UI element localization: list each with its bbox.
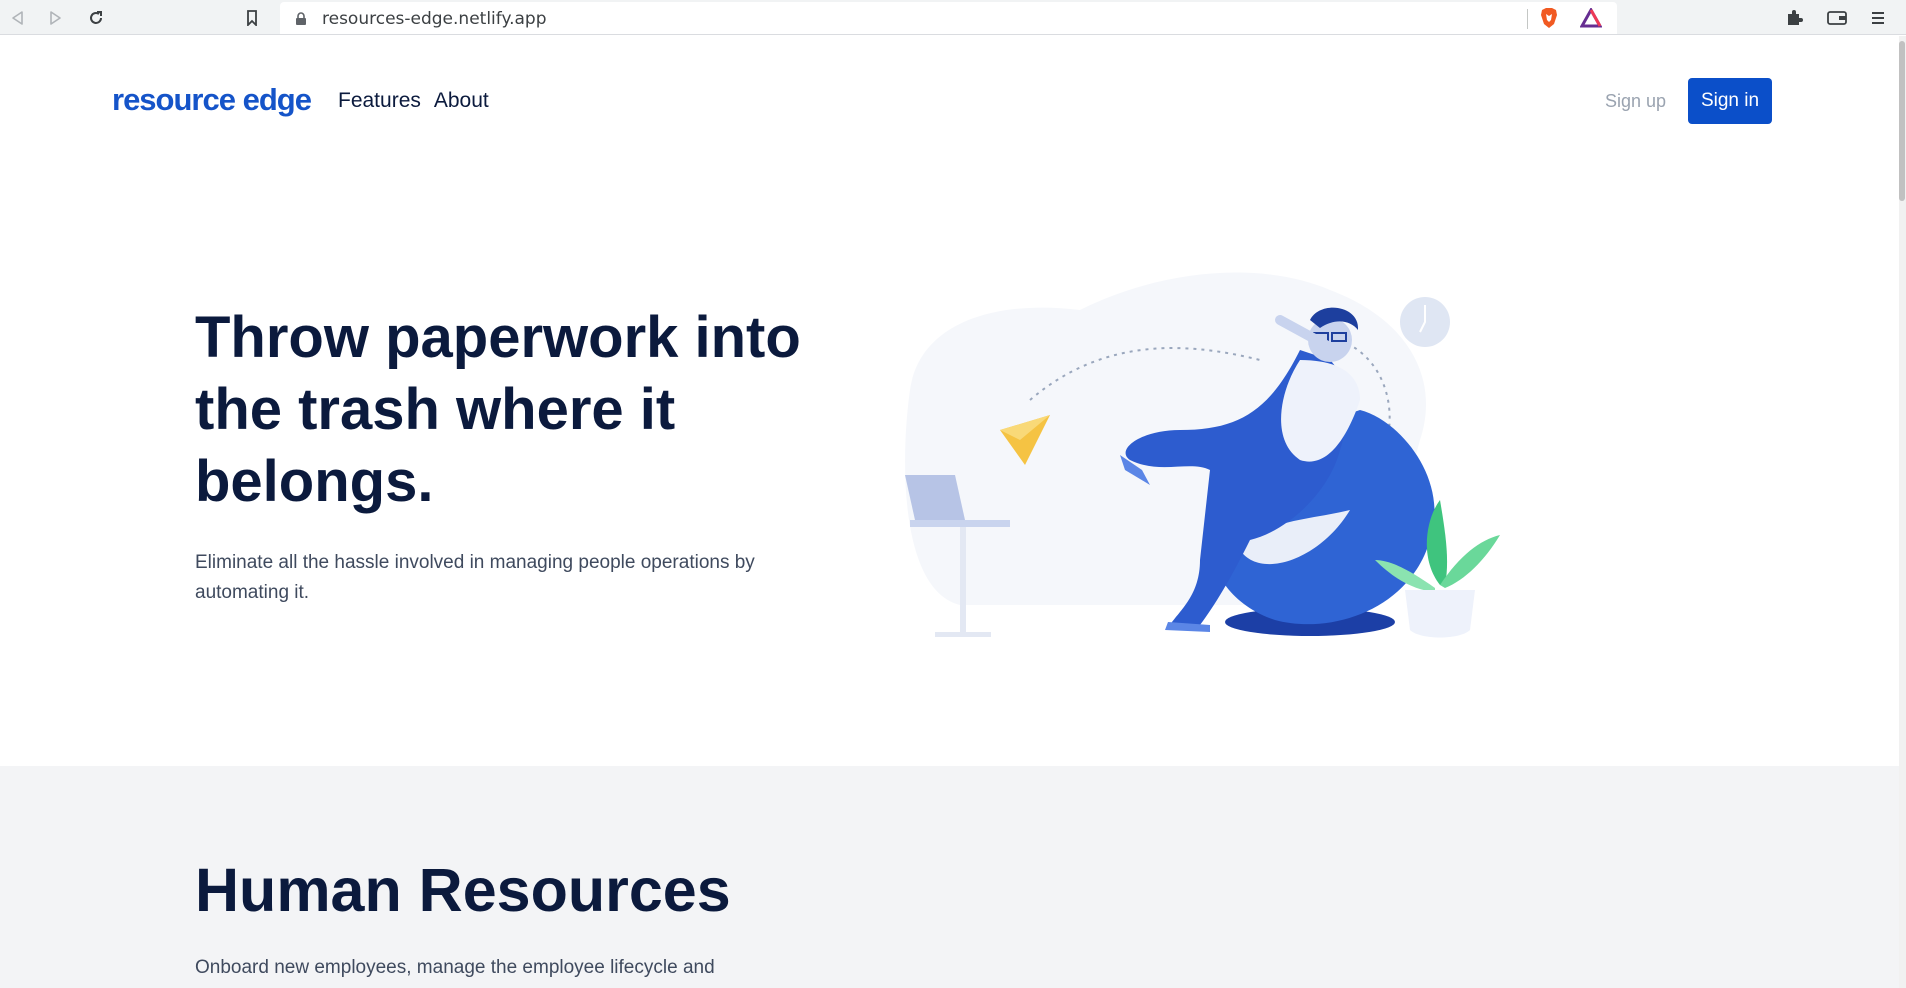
nav-about-link[interactable]: About bbox=[434, 89, 489, 113]
clock-icon bbox=[1400, 297, 1450, 347]
site-logo[interactable]: resource edge bbox=[112, 82, 312, 118]
bookmark-icon[interactable] bbox=[241, 7, 263, 29]
url-text[interactable]: resources-edge.netlify.app bbox=[322, 9, 547, 29]
extensions-icon[interactable] bbox=[1782, 6, 1806, 30]
brave-shield-icon[interactable] bbox=[1537, 6, 1561, 30]
browser-toolbar: resources-edge.netlify.app bbox=[0, 0, 1906, 35]
address-bar[interactable]: resources-edge.netlify.app bbox=[280, 2, 1617, 34]
sign-up-link[interactable]: Sign up bbox=[1605, 91, 1666, 112]
reload-icon[interactable] bbox=[85, 7, 107, 29]
hero-title: Throw paperwork into the trash where it … bbox=[195, 305, 801, 514]
hr-section-title: Human Resources bbox=[195, 856, 731, 924]
hr-section-subtitle: Onboard new employees, manage the employ… bbox=[195, 957, 715, 978]
hero-illustration bbox=[905, 272, 1500, 638]
scrollbar-thumb[interactable] bbox=[1899, 41, 1905, 201]
divider bbox=[1527, 9, 1528, 29]
wallet-icon[interactable] bbox=[1825, 6, 1849, 30]
nav-features-link[interactable]: Features bbox=[338, 89, 421, 113]
page-scrollbar[interactable] bbox=[1899, 36, 1906, 988]
menu-icon[interactable] bbox=[1866, 6, 1890, 30]
forward-icon[interactable] bbox=[45, 7, 67, 29]
brave-rewards-icon[interactable] bbox=[1579, 6, 1603, 30]
lock-icon bbox=[296, 12, 306, 25]
sign-in-button[interactable]: Sign in bbox=[1688, 78, 1772, 124]
main-nav: Features About bbox=[338, 89, 489, 113]
hero-subtitle: Eliminate all the hassle involved in man… bbox=[195, 552, 755, 603]
back-icon[interactable] bbox=[6, 7, 28, 29]
